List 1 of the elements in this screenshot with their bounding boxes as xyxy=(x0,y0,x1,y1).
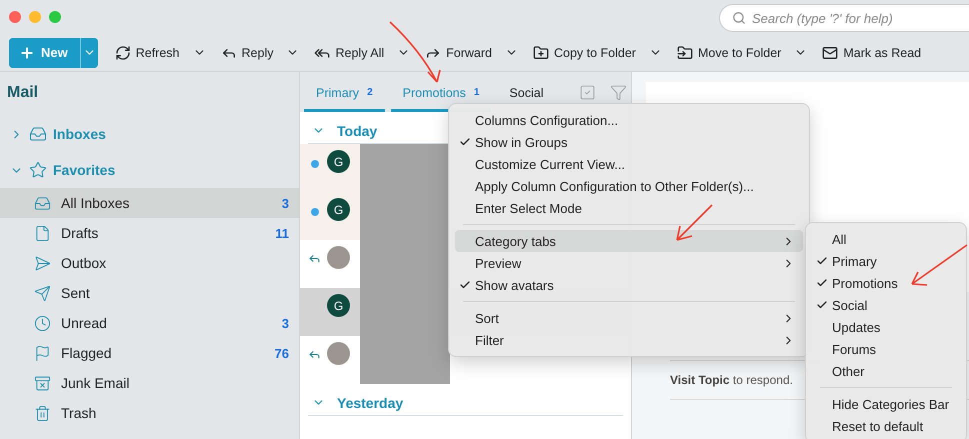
sidebar-title: Mail xyxy=(6,83,40,103)
